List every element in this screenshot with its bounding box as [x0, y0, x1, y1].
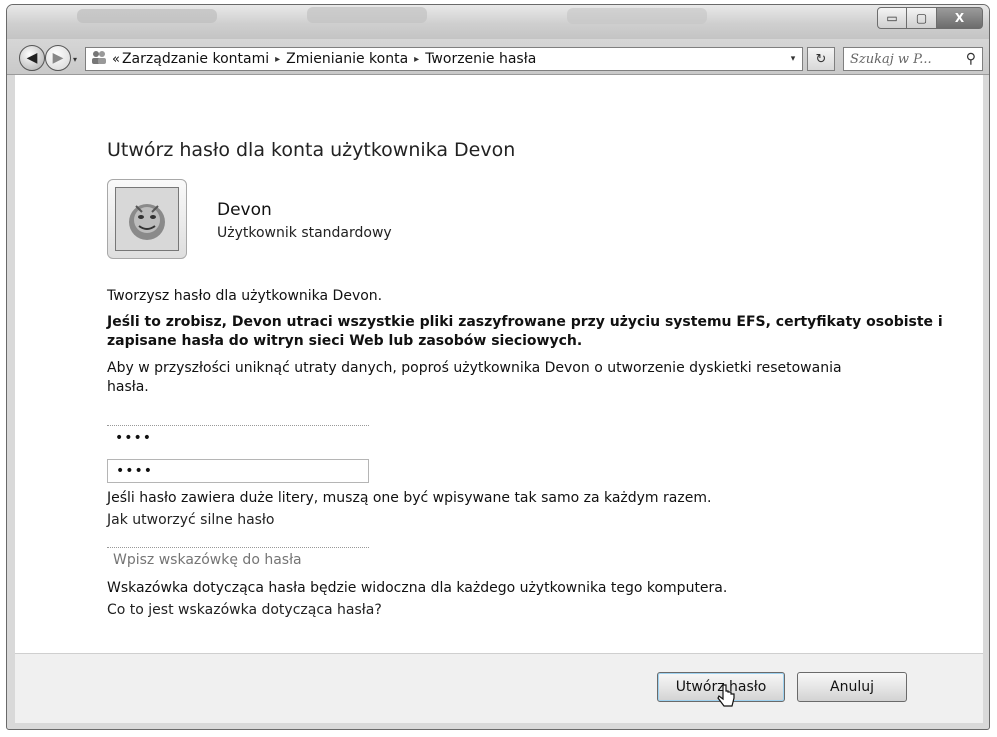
recent-pages-dropdown-icon[interactable]: ▾	[73, 55, 77, 64]
search-icon[interactable]: ⚲	[966, 51, 976, 67]
breadcrumb-arrow-icon[interactable]: ▸	[414, 54, 419, 65]
main-content: Utwórz hasło dla konta użytkownika Devon…	[15, 75, 983, 653]
cancel-button[interactable]: Anuluj	[797, 672, 907, 702]
password-hint-input[interactable]	[107, 547, 369, 571]
refresh-button[interactable]: ↻	[807, 47, 835, 71]
new-password-input[interactable]: ••••	[107, 425, 369, 449]
confirm-password-input[interactable]: ••••	[107, 459, 369, 483]
back-button[interactable]: ◀	[19, 45, 45, 71]
address-bar[interactable]: « Zarządzanie kontami ▸ Zmienianie konta…	[85, 47, 803, 71]
advice-text-line2: hasła.	[107, 379, 149, 395]
hint-help-link[interactable]: Co to jest wskazówka dotycząca hasła?	[107, 601, 382, 620]
button-bar: Utwórz hasło Anuluj	[15, 653, 983, 723]
hint-visibility-note: Wskazówka dotycząca hasła będzie widoczn…	[107, 580, 728, 596]
case-sensitivity-note: Jeśli hasło zawiera duże litery, muszą o…	[107, 490, 712, 506]
maximize-button[interactable]: ▢	[907, 7, 937, 29]
close-button[interactable]: X	[937, 7, 983, 29]
search-placeholder: Szukaj w P...	[850, 51, 932, 67]
breadcrumb-arrow-icon[interactable]: ▸	[275, 54, 280, 65]
search-input[interactable]: Szukaj w P... ⚲	[843, 47, 983, 71]
breadcrumb-item-account-management[interactable]: Zarządzanie kontami	[122, 51, 269, 67]
navigation-bar: ◀ ▶ ▾ « Zarządzanie kontami ▸ Zmienianie…	[7, 39, 989, 75]
breadcrumb-item-change-account[interactable]: Zmienianie konta	[286, 51, 408, 67]
breadcrumb-item-create-password[interactable]: Tworzenie hasła	[425, 51, 536, 67]
mouse-cursor-icon	[717, 684, 735, 707]
titlebar-background	[567, 8, 707, 24]
titlebar-background	[77, 9, 217, 23]
minimize-button[interactable]: ▭	[877, 7, 907, 29]
avatar	[107, 179, 187, 259]
titlebar-background	[307, 7, 427, 23]
title-bar[interactable]: ▭ ▢ X	[7, 5, 989, 39]
window-controls: ▭ ▢ X	[877, 7, 983, 29]
warning-text-line2: zapisane hasła do witryn sieci Web lub z…	[107, 333, 583, 349]
page-title: Utwórz hasło dla konta użytkownika Devon	[107, 139, 516, 161]
breadcrumb-overflow[interactable]: «	[112, 52, 120, 67]
forward-button[interactable]: ▶	[45, 45, 71, 71]
user-account-type: Użytkownik standardowy	[217, 225, 392, 241]
advice-text-line1: Aby w przyszłości uniknąć utraty danych,…	[107, 360, 842, 376]
intro-text: Tworzysz hasło dla użytkownika Devon.	[107, 288, 383, 304]
create-password-window: ▭ ▢ X ◀ ▶ ▾ « Zarządzanie kontami ▸ Zmie…	[6, 4, 990, 730]
user-accounts-icon	[90, 50, 108, 68]
warning-text-line1: Jeśli to zrobisz, Devon utraci wszystkie…	[107, 314, 943, 330]
address-dropdown-icon[interactable]: ▾	[784, 54, 802, 64]
strong-password-link[interactable]: Jak utworzyć silne hasło	[107, 511, 274, 530]
user-avatar-icon	[115, 187, 179, 251]
user-name: Devon	[217, 200, 272, 220]
